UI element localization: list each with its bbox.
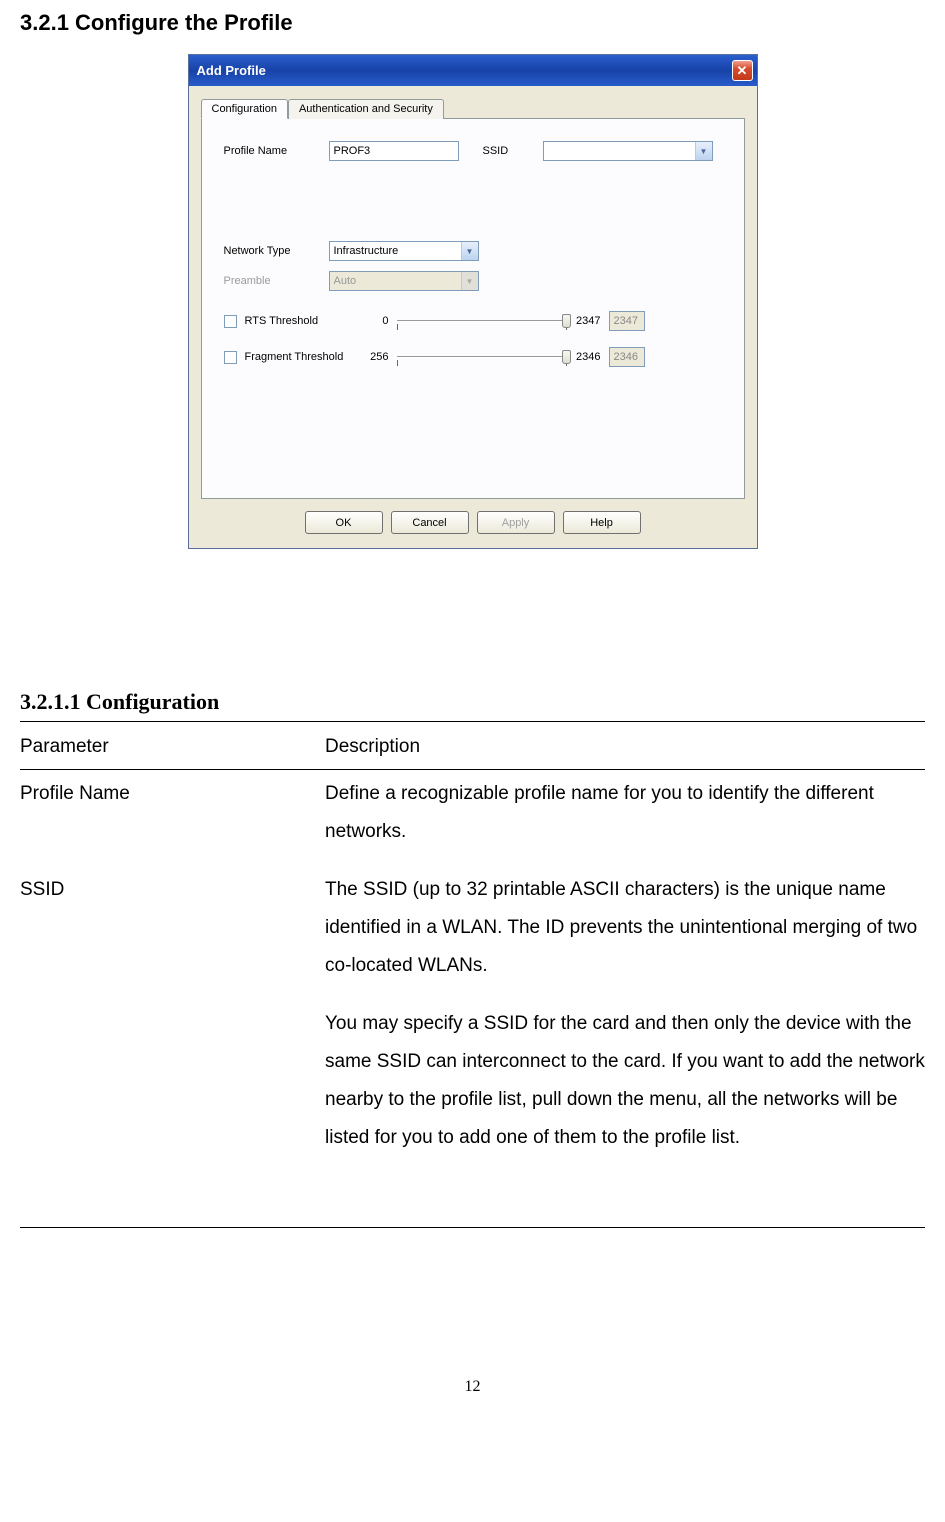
divider (20, 1227, 925, 1228)
cancel-button[interactable]: Cancel (391, 511, 469, 534)
button-bar: OK Cancel Apply Help (201, 511, 745, 534)
ssid-combo[interactable]: ▼ (543, 141, 713, 161)
desc-ssid-p1: The SSID (up to 32 printable ASCII chara… (325, 871, 925, 985)
param-ssid: SSID (20, 871, 325, 1157)
rts-checkbox[interactable] (224, 315, 237, 328)
ssid-value (544, 149, 695, 153)
rts-value (609, 311, 645, 331)
desc-ssid-p2: You may specify a SSID for the card and … (325, 1005, 925, 1157)
table-header-description: Description (325, 728, 925, 766)
rts-slider[interactable] (397, 312, 567, 330)
help-button[interactable]: Help (563, 511, 641, 534)
fragment-max: 2346 (575, 351, 601, 363)
chevron-down-icon[interactable]: ▼ (695, 142, 712, 160)
close-icon[interactable]: ✕ (732, 60, 753, 81)
desc-ssid: The SSID (up to 32 printable ASCII chara… (325, 871, 925, 1157)
fragment-value (609, 347, 645, 367)
chevron-down-icon: ▼ (461, 272, 478, 290)
ssid-label: SSID (483, 145, 543, 157)
network-type-combo[interactable]: Infrastructure ▼ (329, 241, 479, 261)
dialog-screenshot: Add Profile ✕ Configuration Authenticati… (20, 54, 925, 549)
parameter-table: Parameter Description Profile Name Defin… (20, 728, 925, 1157)
fragment-checkbox[interactable] (224, 351, 237, 364)
fragment-label: Fragment Threshold (245, 351, 363, 363)
rts-label: RTS Threshold (245, 315, 363, 327)
subsection-title: 3.2.1.1 Configuration (20, 689, 925, 717)
param-profile-name: Profile Name (20, 775, 325, 851)
network-type-label: Network Type (224, 245, 329, 257)
network-type-value: Infrastructure (330, 243, 461, 259)
tab-configuration[interactable]: Configuration (201, 99, 288, 119)
fragment-min: 256 (363, 351, 389, 363)
window-title: Add Profile (197, 63, 266, 78)
page-number: 12 (20, 1378, 925, 1396)
slider-thumb[interactable] (562, 350, 571, 364)
slider-thumb[interactable] (562, 314, 571, 328)
table-header-parameter: Parameter (20, 728, 325, 766)
apply-button: Apply (477, 511, 555, 534)
ok-button[interactable]: OK (305, 511, 383, 534)
profile-name-input[interactable] (329, 141, 459, 161)
tab-auth-security[interactable]: Authentication and Security (288, 99, 444, 119)
tab-panel-configuration: Profile Name SSID ▼ Network Type Infrast… (201, 119, 745, 499)
add-profile-dialog: Add Profile ✕ Configuration Authenticati… (188, 54, 758, 549)
chevron-down-icon[interactable]: ▼ (461, 242, 478, 260)
preamble-value: Auto (330, 273, 461, 289)
profile-name-label: Profile Name (224, 145, 329, 157)
desc-profile-name: Define a recognizable profile name for y… (325, 775, 925, 851)
section-title: 3.2.1 Configure the Profile (20, 10, 925, 36)
rts-max: 2347 (575, 315, 601, 327)
preamble-combo: Auto ▼ (329, 271, 479, 291)
preamble-label: Preamble (224, 275, 329, 287)
titlebar: Add Profile ✕ (189, 55, 757, 86)
rts-min: 0 (363, 315, 389, 327)
divider (20, 721, 925, 722)
tab-strip: Configuration Authentication and Securit… (201, 98, 745, 119)
fragment-slider[interactable] (397, 348, 567, 366)
